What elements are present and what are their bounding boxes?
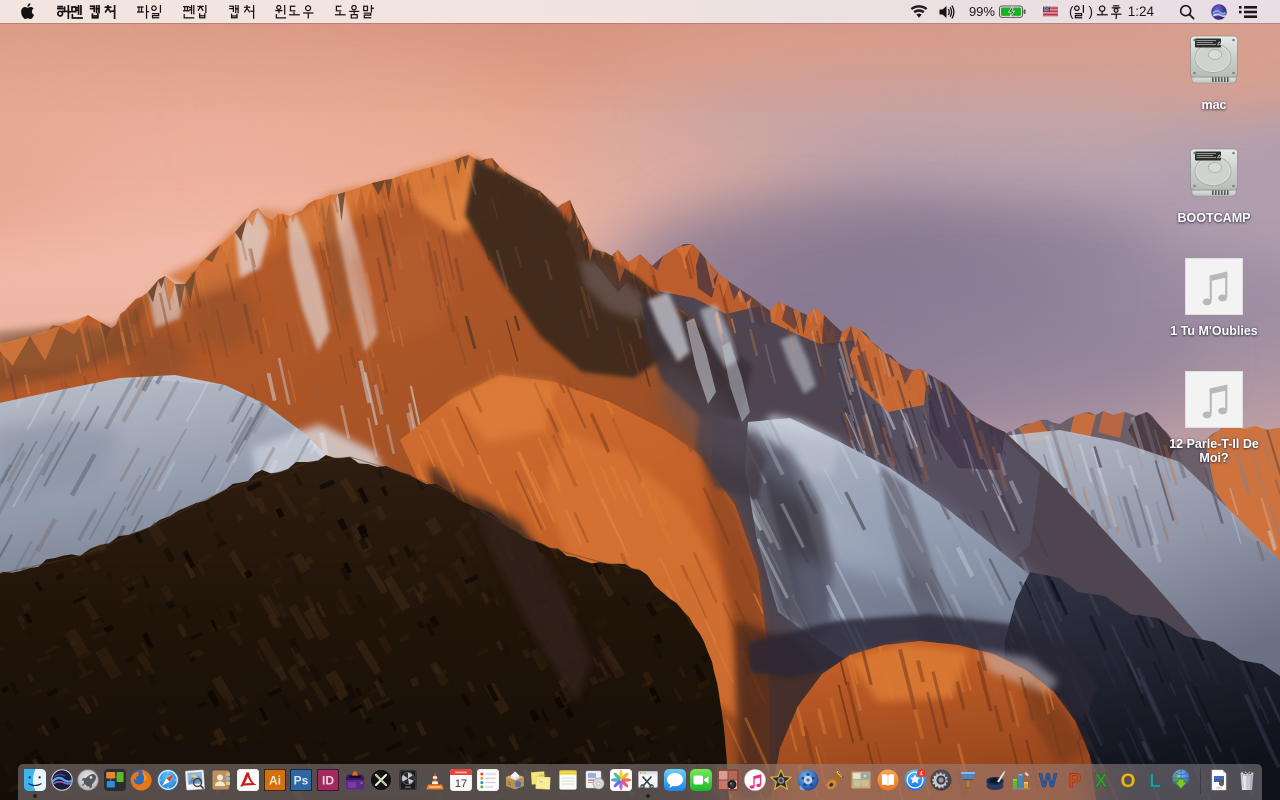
svg-text:X: X [1095, 771, 1108, 791]
svg-text:W: W [1039, 771, 1057, 791]
svg-text:P: P [1068, 771, 1081, 791]
svg-text:O: O [1121, 771, 1136, 791]
svg-text:17: 17 [455, 778, 467, 790]
svg-text:mp3: mp3 [1216, 786, 1222, 790]
svg-text:Ps: Ps [294, 774, 309, 788]
svg-text:ID: ID [322, 774, 334, 788]
svg-text:Plans: Plans [539, 773, 547, 778]
svg-text:Ai: Ai [269, 774, 281, 788]
svg-text:list: list [540, 779, 544, 783]
svg-text:L: L [1149, 771, 1161, 791]
